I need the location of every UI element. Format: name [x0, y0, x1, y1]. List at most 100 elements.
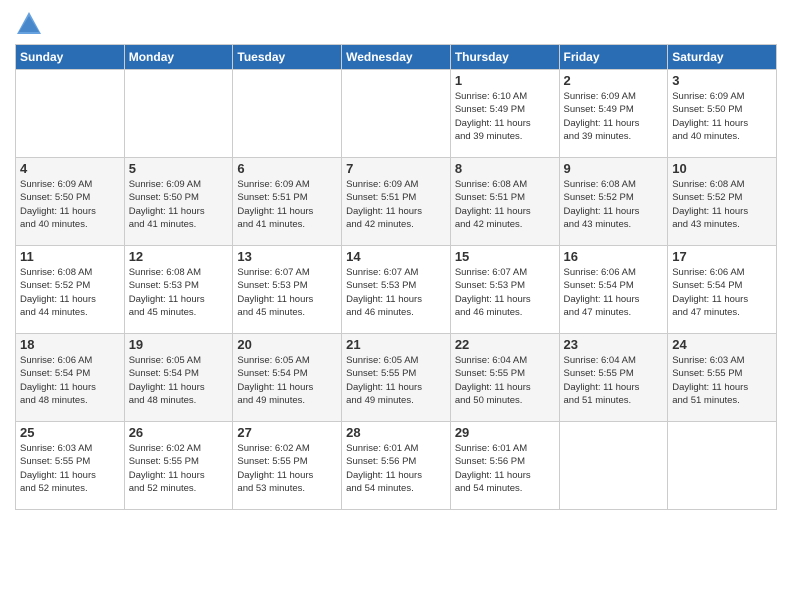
day-info: Sunrise: 6:01 AM Sunset: 5:56 PM Dayligh…	[346, 442, 446, 495]
week-row-1: 1 Sunrise: 6:10 AM Sunset: 5:49 PM Daylig…	[16, 70, 777, 158]
day-number: 24	[672, 337, 772, 352]
day-info: Sunrise: 6:06 AM Sunset: 5:54 PM Dayligh…	[672, 266, 772, 319]
week-row-5: 25 Sunrise: 6:03 AM Sunset: 5:55 PM Dayli…	[16, 422, 777, 510]
calendar-cell	[124, 70, 233, 158]
calendar-cell: 16 Sunrise: 6:06 AM Sunset: 5:54 PM Dayli…	[559, 246, 668, 334]
calendar-cell: 15 Sunrise: 6:07 AM Sunset: 5:53 PM Dayli…	[450, 246, 559, 334]
col-header-sunday: Sunday	[16, 45, 125, 70]
calendar-cell: 25 Sunrise: 6:03 AM Sunset: 5:55 PM Dayli…	[16, 422, 125, 510]
day-number: 17	[672, 249, 772, 264]
header-row: SundayMondayTuesdayWednesdayThursdayFrid…	[16, 45, 777, 70]
day-number: 5	[129, 161, 229, 176]
day-info: Sunrise: 6:03 AM Sunset: 5:55 PM Dayligh…	[672, 354, 772, 407]
day-info: Sunrise: 6:09 AM Sunset: 5:50 PM Dayligh…	[129, 178, 229, 231]
logo-icon	[15, 10, 43, 38]
calendar-header: SundayMondayTuesdayWednesdayThursdayFrid…	[16, 45, 777, 70]
day-info: Sunrise: 6:08 AM Sunset: 5:53 PM Dayligh…	[129, 266, 229, 319]
day-info: Sunrise: 6:06 AM Sunset: 5:54 PM Dayligh…	[564, 266, 664, 319]
day-number: 18	[20, 337, 120, 352]
day-number: 2	[564, 73, 664, 88]
day-info: Sunrise: 6:06 AM Sunset: 5:54 PM Dayligh…	[20, 354, 120, 407]
day-info: Sunrise: 6:07 AM Sunset: 5:53 PM Dayligh…	[346, 266, 446, 319]
col-header-thursday: Thursday	[450, 45, 559, 70]
calendar-cell: 9 Sunrise: 6:08 AM Sunset: 5:52 PM Daylig…	[559, 158, 668, 246]
day-info: Sunrise: 6:05 AM Sunset: 5:54 PM Dayligh…	[237, 354, 337, 407]
day-number: 3	[672, 73, 772, 88]
calendar-cell: 11 Sunrise: 6:08 AM Sunset: 5:52 PM Dayli…	[16, 246, 125, 334]
col-header-saturday: Saturday	[668, 45, 777, 70]
day-info: Sunrise: 6:09 AM Sunset: 5:49 PM Dayligh…	[564, 90, 664, 143]
calendar-cell: 13 Sunrise: 6:07 AM Sunset: 5:53 PM Dayli…	[233, 246, 342, 334]
day-number: 25	[20, 425, 120, 440]
day-number: 15	[455, 249, 555, 264]
day-number: 14	[346, 249, 446, 264]
calendar-cell	[342, 70, 451, 158]
day-number: 12	[129, 249, 229, 264]
week-row-3: 11 Sunrise: 6:08 AM Sunset: 5:52 PM Dayli…	[16, 246, 777, 334]
day-number: 8	[455, 161, 555, 176]
day-info: Sunrise: 6:05 AM Sunset: 5:54 PM Dayligh…	[129, 354, 229, 407]
calendar-cell: 22Sunrise: 6:04 AM Sunset: 5:55 PM Dayli…	[450, 334, 559, 422]
day-info: Sunrise: 6:08 AM Sunset: 5:51 PM Dayligh…	[455, 178, 555, 231]
calendar-cell	[668, 422, 777, 510]
calendar-cell: 2 Sunrise: 6:09 AM Sunset: 5:49 PM Daylig…	[559, 70, 668, 158]
day-number: 6	[237, 161, 337, 176]
day-info: Sunrise: 6:05 AM Sunset: 5:55 PM Dayligh…	[346, 354, 446, 407]
day-info: Sunrise: 6:09 AM Sunset: 5:51 PM Dayligh…	[346, 178, 446, 231]
day-number: 13	[237, 249, 337, 264]
day-info: Sunrise: 6:07 AM Sunset: 5:53 PM Dayligh…	[237, 266, 337, 319]
calendar-cell: 20 Sunrise: 6:05 AM Sunset: 5:54 PM Dayli…	[233, 334, 342, 422]
day-info: Sunrise: 6:08 AM Sunset: 5:52 PM Dayligh…	[20, 266, 120, 319]
calendar-cell: 26 Sunrise: 6:02 AM Sunset: 5:55 PM Dayli…	[124, 422, 233, 510]
day-info: Sunrise: 6:08 AM Sunset: 5:52 PM Dayligh…	[672, 178, 772, 231]
day-info: Sunrise: 6:08 AM Sunset: 5:52 PM Dayligh…	[564, 178, 664, 231]
day-info: Sunrise: 6:02 AM Sunset: 5:55 PM Dayligh…	[129, 442, 229, 495]
calendar-cell: 21 Sunrise: 6:05 AM Sunset: 5:55 PM Dayli…	[342, 334, 451, 422]
day-number: 4	[20, 161, 120, 176]
col-header-monday: Monday	[124, 45, 233, 70]
header	[15, 10, 777, 38]
calendar-cell: 24 Sunrise: 6:03 AM Sunset: 5:55 PM Dayli…	[668, 334, 777, 422]
day-info: Sunrise: 6:10 AM Sunset: 5:49 PM Dayligh…	[455, 90, 555, 143]
col-header-friday: Friday	[559, 45, 668, 70]
day-number: 1	[455, 73, 555, 88]
day-number: 22	[455, 337, 555, 352]
day-number: 9	[564, 161, 664, 176]
calendar-cell: 4 Sunrise: 6:09 AM Sunset: 5:50 PM Daylig…	[16, 158, 125, 246]
day-number: 16	[564, 249, 664, 264]
calendar-cell: 29Sunrise: 6:01 AM Sunset: 5:56 PM Dayli…	[450, 422, 559, 510]
calendar-cell: 17 Sunrise: 6:06 AM Sunset: 5:54 PM Dayli…	[668, 246, 777, 334]
calendar-body: 1 Sunrise: 6:10 AM Sunset: 5:49 PM Daylig…	[16, 70, 777, 510]
calendar-cell: 3 Sunrise: 6:09 AM Sunset: 5:50 PM Daylig…	[668, 70, 777, 158]
day-info: Sunrise: 6:07 AM Sunset: 5:53 PM Dayligh…	[455, 266, 555, 319]
week-row-2: 4 Sunrise: 6:09 AM Sunset: 5:50 PM Daylig…	[16, 158, 777, 246]
calendar-cell: 10 Sunrise: 6:08 AM Sunset: 5:52 PM Dayli…	[668, 158, 777, 246]
day-info: Sunrise: 6:09 AM Sunset: 5:50 PM Dayligh…	[20, 178, 120, 231]
calendar-cell: 18 Sunrise: 6:06 AM Sunset: 5:54 PM Dayli…	[16, 334, 125, 422]
day-number: 7	[346, 161, 446, 176]
day-info: Sunrise: 6:04 AM Sunset: 5:55 PM Dayligh…	[564, 354, 664, 407]
day-number: 26	[129, 425, 229, 440]
day-number: 27	[237, 425, 337, 440]
day-number: 28	[346, 425, 446, 440]
calendar-cell: 14 Sunrise: 6:07 AM Sunset: 5:53 PM Dayli…	[342, 246, 451, 334]
day-info: Sunrise: 6:03 AM Sunset: 5:55 PM Dayligh…	[20, 442, 120, 495]
col-header-tuesday: Tuesday	[233, 45, 342, 70]
calendar-cell	[16, 70, 125, 158]
week-row-4: 18 Sunrise: 6:06 AM Sunset: 5:54 PM Dayli…	[16, 334, 777, 422]
calendar-cell	[559, 422, 668, 510]
calendar-cell: 27 Sunrise: 6:02 AM Sunset: 5:55 PM Dayli…	[233, 422, 342, 510]
day-number: 23	[564, 337, 664, 352]
day-info: Sunrise: 6:09 AM Sunset: 5:50 PM Dayligh…	[672, 90, 772, 143]
calendar-cell: 6Sunrise: 6:09 AM Sunset: 5:51 PM Daylig…	[233, 158, 342, 246]
day-number: 20	[237, 337, 337, 352]
calendar-cell: 12 Sunrise: 6:08 AM Sunset: 5:53 PM Dayli…	[124, 246, 233, 334]
day-number: 11	[20, 249, 120, 264]
day-number: 21	[346, 337, 446, 352]
day-number: 10	[672, 161, 772, 176]
day-info: Sunrise: 6:02 AM Sunset: 5:55 PM Dayligh…	[237, 442, 337, 495]
calendar-cell: 19 Sunrise: 6:05 AM Sunset: 5:54 PM Dayli…	[124, 334, 233, 422]
calendar-cell: 23 Sunrise: 6:04 AM Sunset: 5:55 PM Dayli…	[559, 334, 668, 422]
day-number: 19	[129, 337, 229, 352]
calendar-cell: 5 Sunrise: 6:09 AM Sunset: 5:50 PM Daylig…	[124, 158, 233, 246]
